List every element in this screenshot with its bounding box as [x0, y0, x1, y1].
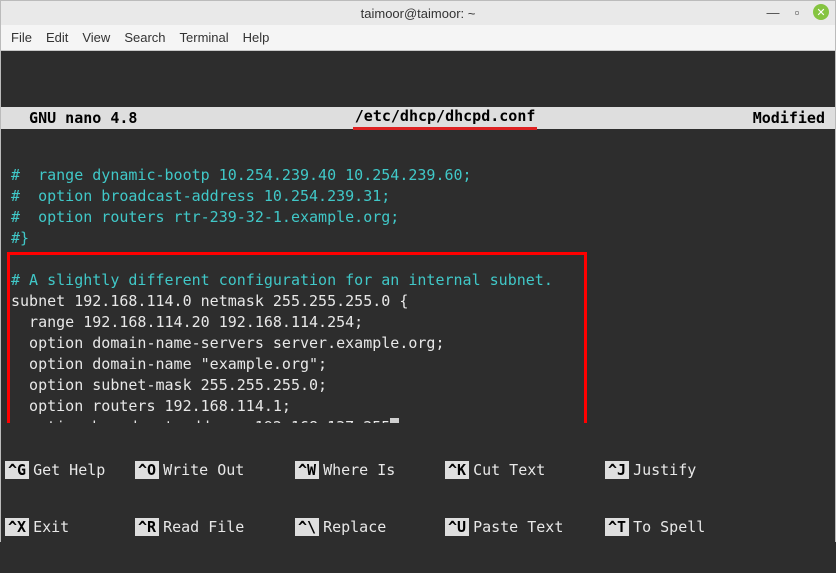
- terminal-area[interactable]: GNU nano 4.8 /etc/dhcp/dhcpd.conf Modifi…: [1, 51, 835, 573]
- title-bar: taimoor@taimoor: ~ — ▫ ✕: [1, 1, 835, 25]
- hotkey: ^K: [445, 461, 469, 479]
- window-controls: — ▫ ✕: [765, 4, 829, 20]
- editor-line: #}: [1, 228, 835, 249]
- nano-status: Modified: [753, 109, 825, 127]
- editor-line: # option routers rtr-239-32-1.example.or…: [1, 207, 835, 228]
- hotkey: ^R: [135, 518, 159, 536]
- menu-help[interactable]: Help: [243, 30, 270, 45]
- editor-line: # range dynamic-bootp 10.254.239.40 10.2…: [1, 165, 835, 186]
- hotkey-label: Replace: [319, 518, 394, 536]
- editor-line: range 192.168.114.20 192.168.114.254;: [1, 312, 835, 333]
- menu-bar: File Edit View Search Terminal Help: [1, 25, 835, 51]
- hotkey-label: To Spell: [629, 518, 713, 536]
- editor-line: option subnet-mask 255.255.255.0;: [1, 375, 835, 396]
- nano-header: GNU nano 4.8 /etc/dhcp/dhcpd.conf Modifi…: [1, 107, 835, 129]
- hotkey: ^X: [5, 518, 29, 536]
- menu-view[interactable]: View: [82, 30, 110, 45]
- hotkey: ^T: [605, 518, 629, 536]
- editor-line: subnet 192.168.114.0 netmask 255.255.255…: [1, 291, 835, 312]
- editor-line: option domain-name-servers server.exampl…: [1, 333, 835, 354]
- close-icon[interactable]: ✕: [813, 4, 829, 20]
- nano-app-name: GNU nano 4.8: [11, 109, 137, 127]
- hotkey: ^J: [605, 461, 629, 479]
- editor-line: option routers 192.168.114.1;: [1, 396, 835, 417]
- hotkey: ^G: [5, 461, 29, 479]
- hotkey-label: Cut Text: [469, 461, 553, 479]
- nano-help-bar: ^GGet Help ^OWrite Out ^WWhere Is ^KCut Tex…: [1, 423, 835, 573]
- nano-filename-text: /etc/dhcp/dhcpd.conf: [353, 107, 538, 130]
- editor-line: # A slightly different configuration for…: [1, 270, 835, 291]
- menu-edit[interactable]: Edit: [46, 30, 68, 45]
- hotkey: ^W: [295, 461, 319, 479]
- editor-line: [1, 249, 835, 270]
- menu-file[interactable]: File: [11, 30, 32, 45]
- hotkey-label: Where Is: [319, 461, 403, 479]
- hotkey-label: Get Help: [29, 461, 113, 479]
- hotkey-label: Read File: [159, 518, 252, 536]
- hotkey: ^O: [135, 461, 159, 479]
- hotkey-label: Justify: [629, 461, 704, 479]
- editor-line: # option broadcast-address 10.254.239.31…: [1, 186, 835, 207]
- minimize-icon[interactable]: —: [765, 4, 781, 20]
- editor-line: option domain-name "example.org";: [1, 354, 835, 375]
- hotkey: ^\: [295, 518, 319, 536]
- hotkey-label: Paste Text: [469, 518, 571, 536]
- help-row-1: ^GGet Help ^OWrite Out ^WWhere Is ^KCut Tex…: [1, 459, 835, 480]
- menu-terminal[interactable]: Terminal: [180, 30, 229, 45]
- hotkey-label: Exit: [29, 518, 77, 536]
- help-row-2: ^XExit ^RRead File ^\Replace ^UPaste Text ^T…: [1, 516, 835, 537]
- window-title: taimoor@taimoor: ~: [361, 6, 476, 21]
- maximize-icon[interactable]: ▫: [789, 4, 805, 20]
- menu-search[interactable]: Search: [124, 30, 165, 45]
- nano-filename: /etc/dhcp/dhcpd.conf: [137, 107, 752, 130]
- hotkey-label: Write Out: [159, 461, 252, 479]
- hotkey: ^U: [445, 518, 469, 536]
